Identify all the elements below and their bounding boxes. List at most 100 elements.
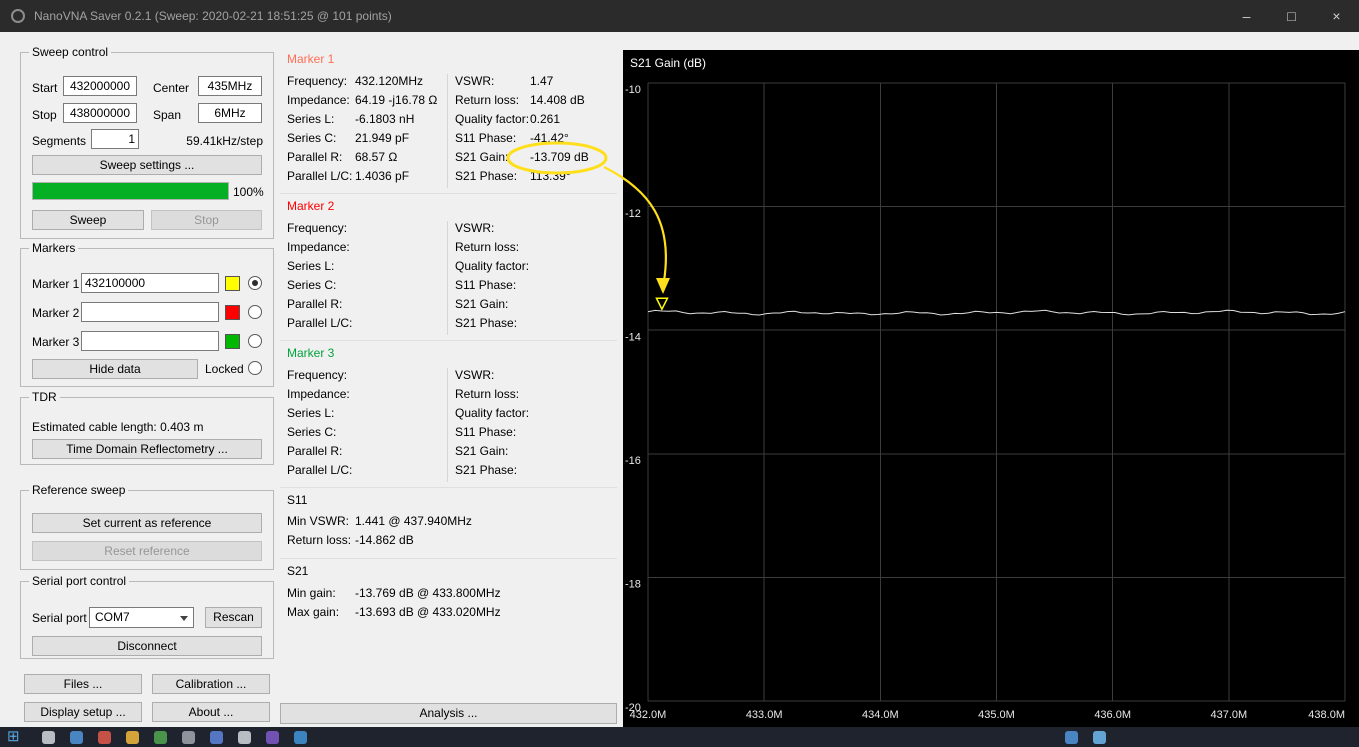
- marker2-panel-title: Marker 2: [287, 199, 335, 213]
- taskbar-app-icon[interactable]: [1065, 731, 1078, 744]
- taskbar-app-icon[interactable]: [266, 731, 279, 744]
- s21-gain-label: S21 Gain:: [455, 297, 509, 311]
- parallel-lc-label: Parallel L/C:: [287, 463, 353, 477]
- stop-input[interactable]: [63, 103, 137, 123]
- chart-marker1-triangle: [655, 297, 669, 311]
- svg-text:-18: -18: [625, 579, 641, 591]
- marker2-color-swatch[interactable]: [225, 305, 240, 320]
- min-vswr-value: 1.441 @ 437.940MHz: [355, 514, 472, 528]
- group-title: Markers: [29, 241, 79, 255]
- marker3-radio[interactable]: [248, 334, 262, 348]
- taskbar-app-icon[interactable]: [98, 731, 111, 744]
- separator: [280, 487, 617, 488]
- marker3-right-column: VSWR: Return loss: Quality factor: S11 P…: [447, 368, 615, 482]
- svg-text:437.0M: 437.0M: [1210, 709, 1247, 721]
- s11-phase-value: -41.42°: [530, 131, 569, 145]
- marker1-radio[interactable]: [248, 276, 262, 290]
- sweep-settings-button[interactable]: Sweep settings ...: [32, 155, 262, 175]
- svg-text:-14: -14: [625, 331, 641, 343]
- parallel-lc-value: 1.4036 pF: [355, 169, 410, 183]
- parallel-r-label: Parallel R:: [287, 297, 343, 311]
- marker3-panel: Marker 3 Frequency: Impedance: Series L:…: [287, 346, 617, 482]
- stop-button[interactable]: Stop: [151, 210, 262, 230]
- marker2-left-column: Frequency: Impedance: Series L: Series C…: [287, 221, 447, 335]
- start-button-icon[interactable]: ⊞: [7, 727, 20, 747]
- separator: [280, 340, 617, 341]
- parallel-lc-label: Parallel L/C:: [287, 316, 353, 330]
- taskbar-app-icon[interactable]: [126, 731, 139, 744]
- return-loss-value: 14.408 dB: [530, 93, 585, 107]
- hide-data-button[interactable]: Hide data: [32, 359, 198, 379]
- calibration-button[interactable]: Calibration ...: [152, 674, 270, 694]
- center-label: Center: [153, 81, 190, 95]
- taskbar: ⊞: [0, 727, 1359, 747]
- progress-percent-text: 100%: [233, 185, 264, 199]
- taskbar-app-icon[interactable]: [238, 731, 251, 744]
- taskbar-app-icon[interactable]: [42, 731, 55, 744]
- marker3-freq-input[interactable]: [81, 331, 219, 351]
- series-c-label: Series C:: [287, 278, 337, 292]
- taskbar-app-icon[interactable]: [210, 731, 223, 744]
- marker1-freq-input[interactable]: [81, 273, 219, 293]
- center-input[interactable]: [198, 76, 262, 96]
- s21-phase-value: 113.39°: [530, 169, 571, 183]
- taskbar-app-icon[interactable]: [154, 731, 167, 744]
- s21-panel: S21 Min gain: -13.769 dB @ 433.800MHz Max…: [287, 564, 617, 624]
- taskbar-app-icon[interactable]: [182, 731, 195, 744]
- display-setup-button[interactable]: Display setup ...: [24, 702, 142, 722]
- marker3-color-swatch[interactable]: [225, 334, 240, 349]
- set-reference-button[interactable]: Set current as reference: [32, 513, 262, 533]
- s11-return-loss-value: -14.862 dB: [355, 533, 414, 547]
- segments-input[interactable]: [91, 129, 139, 149]
- disconnect-button[interactable]: Disconnect: [32, 636, 262, 656]
- min-vswr-label: Min VSWR:: [287, 514, 350, 528]
- s21-gain-label: S21 Gain:: [455, 150, 509, 164]
- start-input[interactable]: [63, 76, 137, 96]
- chart-title: S21 Gain (dB): [630, 56, 706, 70]
- taskbar-app-icon[interactable]: [1093, 731, 1106, 744]
- marker2-radio[interactable]: [248, 305, 262, 319]
- series-l-label: Series L:: [287, 259, 335, 273]
- svg-text:-10: -10: [625, 84, 641, 96]
- s21-phase-label: S21 Phase:: [455, 169, 518, 183]
- tdr-button[interactable]: Time Domain Reflectometry ...: [32, 439, 262, 459]
- serial-port-select[interactable]: COM7: [89, 607, 194, 628]
- s21-gain-chart[interactable]: -10-12-14-16-18-20432.0M 433.0M 434.0M 435.…: [623, 50, 1359, 727]
- taskbar-app-icon[interactable]: [70, 731, 83, 744]
- marker3-panel-title: Marker 3: [287, 346, 335, 360]
- marker1-right-column: VSWR: 1.47 Return loss: 14.408 dB Quality …: [447, 74, 615, 188]
- sweep-button[interactable]: Sweep: [32, 210, 144, 230]
- s21-gain-label: S21 Gain:: [455, 444, 509, 458]
- parallel-r-label: Parallel R:: [287, 150, 343, 164]
- files-button[interactable]: Files ...: [24, 674, 142, 694]
- marker2-freq-input[interactable]: [81, 302, 219, 322]
- taskbar-app-icon[interactable]: [294, 731, 307, 744]
- about-button[interactable]: About ...: [152, 702, 270, 722]
- close-button[interactable]: ×: [1314, 0, 1359, 32]
- group-serial-port: Serial port control Serial port COM7 Res…: [20, 574, 274, 659]
- minimize-button[interactable]: –: [1224, 0, 1269, 32]
- analysis-button[interactable]: Analysis ...: [280, 703, 617, 724]
- svg-text:433.0M: 433.0M: [746, 709, 783, 721]
- s11-phase-label: S11 Phase:: [455, 425, 517, 439]
- parallel-r-label: Parallel R:: [287, 444, 343, 458]
- s21-panel-title: S21: [287, 564, 309, 578]
- sweep-progress-bar: [32, 182, 229, 200]
- window-title: NanoVNA Saver 0.2.1 (Sweep: 2020-02-21 1…: [34, 9, 392, 23]
- rescan-button[interactable]: Rescan: [205, 607, 262, 628]
- serial-port-value: COM7: [95, 610, 130, 624]
- svg-text:-12: -12: [625, 208, 641, 220]
- reset-reference-button[interactable]: Reset reference: [32, 541, 262, 561]
- s21-gain-value: -13.709 dB: [530, 150, 589, 164]
- group-tdr: TDR Estimated cable length: 0.403 m Time…: [20, 390, 274, 465]
- s11-panel: S11 Min VSWR: 1.441 @ 437.940MHz Return l…: [287, 493, 617, 552]
- maximize-button[interactable]: □: [1269, 0, 1314, 32]
- s21-phase-label: S21 Phase:: [455, 316, 518, 330]
- stop-label: Stop: [32, 108, 57, 122]
- series-c-label: Series C:: [287, 131, 337, 145]
- locked-radio[interactable]: [248, 361, 262, 375]
- marker1-color-swatch[interactable]: [225, 276, 240, 291]
- s11-phase-label: S11 Phase:: [455, 131, 517, 145]
- span-input[interactable]: [198, 103, 262, 123]
- parallel-lc-label: Parallel L/C:: [287, 169, 353, 183]
